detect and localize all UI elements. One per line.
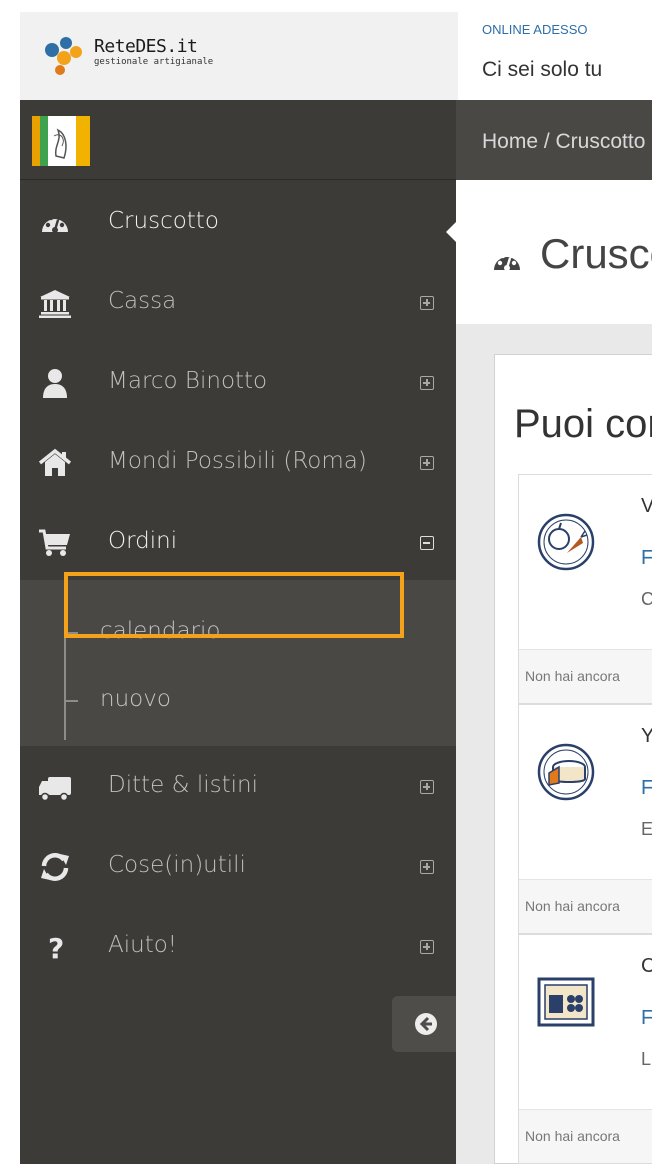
card-note: Non hai ancora [525, 898, 620, 914]
cart-icon [39, 529, 70, 556]
panel-title: Puoi completare [514, 402, 652, 446]
card-footer: Non hai ancora [519, 879, 652, 933]
panel-title-clip: Puoi completare [456, 380, 652, 460]
sidebar-item-cose-inutili[interactable]: Cose(in)utili [20, 826, 456, 906]
card-note: Non hai ancora [525, 1128, 620, 1144]
user-icon [43, 369, 67, 398]
tree-tick [64, 700, 78, 702]
supplier-name: Y [641, 725, 652, 748]
sidebar-item-ditte[interactable]: Ditte & listini [20, 746, 456, 826]
sidebar-item-cassa[interactable]: Cassa [20, 262, 456, 342]
sidebar-item-label: Mondi Possibili (Roma) [108, 448, 367, 474]
sidebar-collapse-button[interactable] [392, 996, 456, 1052]
highlight-box [64, 572, 404, 638]
sidebar-item-group[interactable]: Mondi Possibili (Roma) [20, 422, 456, 502]
sidebar-item-aiuto[interactable]: ? Aiuto! [20, 906, 456, 986]
logo[interactable]: ReteDES.it gestionale artigianale [20, 12, 458, 100]
sidebar-item-label: Ordini [108, 528, 178, 554]
order-link[interactable]: F [641, 547, 652, 570]
expand-icon[interactable] [420, 456, 434, 470]
breadcrumb: Home / Cruscotto [456, 100, 652, 180]
cheese-icon [537, 743, 595, 801]
sidebar-item-label: Ditte & listini [108, 772, 258, 798]
supplier-name: C [641, 955, 652, 978]
page-header: Cruscotto [456, 180, 652, 324]
supplier-name: V [641, 495, 652, 518]
sidebar-item-label: Marco Binotto [108, 368, 268, 394]
sidebar-header [20, 100, 456, 180]
order-card[interactable]: Y F E Non hai ancora [518, 704, 652, 934]
question-icon: ? [48, 932, 64, 962]
order-description: E [641, 819, 652, 839]
expand-icon[interactable] [420, 940, 434, 954]
logo-subtitle: gestionale artigianale [94, 57, 214, 67]
logo-icon [45, 37, 82, 75]
submenu-item-nuovo[interactable]: nuovo [64, 670, 444, 730]
svg-text:?: ? [48, 932, 64, 962]
dashboard-icon [494, 253, 520, 271]
expand-icon[interactable] [420, 296, 434, 310]
order-card[interactable]: C F L Non hai ancora [518, 934, 652, 1164]
expand-icon[interactable] [420, 860, 434, 874]
active-indicator [446, 222, 456, 242]
truck-icon [39, 777, 71, 802]
bank-icon [39, 290, 71, 318]
sidebar-item-ordini[interactable]: Ordini [20, 502, 456, 582]
produce-icon [537, 513, 595, 571]
pantry-icon [537, 977, 595, 1027]
sidebar-item-label-clip: Mondi Possibili (Roma) [108, 444, 414, 478]
expand-icon[interactable] [420, 376, 434, 390]
logo-title: ReteDES.it [94, 36, 198, 57]
top-header: ReteDES.it gestionale artigianale ONLINE… [20, 12, 652, 100]
home-icon [38, 448, 72, 476]
online-label: ONLINE ADESSO [482, 22, 588, 37]
card-footer: Non hai ancora [519, 1109, 652, 1163]
refresh-icon [41, 853, 69, 881]
order-link[interactable]: F [641, 1007, 652, 1030]
arrow-left-circle-icon [415, 1013, 437, 1035]
submenu-item-label: nuovo [100, 686, 171, 712]
expand-icon[interactable] [420, 780, 434, 794]
order-card[interactable]: V F C Non hai ancora [518, 474, 652, 704]
collapse-icon[interactable] [420, 536, 434, 550]
page-title: Cruscotto [540, 230, 652, 277]
sidebar-item-label: Cruscotto [108, 208, 219, 234]
online-message: Ci sei solo tu [482, 58, 603, 81]
order-link[interactable]: F [641, 777, 652, 800]
sidebar-item-user[interactable]: Marco Binotto [20, 342, 456, 422]
order-description: L [641, 1049, 652, 1069]
sidebar-item-label: Cose(in)utili [108, 852, 246, 878]
group-logo-icon [32, 116, 90, 166]
breadcrumb-text[interactable]: Home / Cruscotto [482, 130, 645, 154]
sidebar-item-label: Aiuto! [108, 932, 178, 958]
card-note: Non hai ancora [525, 668, 620, 684]
card-footer: Non hai ancora [519, 649, 652, 703]
sidebar-item-label: Cassa [108, 288, 177, 314]
order-description: C [641, 589, 652, 610]
dashboard-icon [42, 215, 68, 233]
sidebar-item-cruscotto[interactable]: Cruscotto [20, 182, 456, 262]
